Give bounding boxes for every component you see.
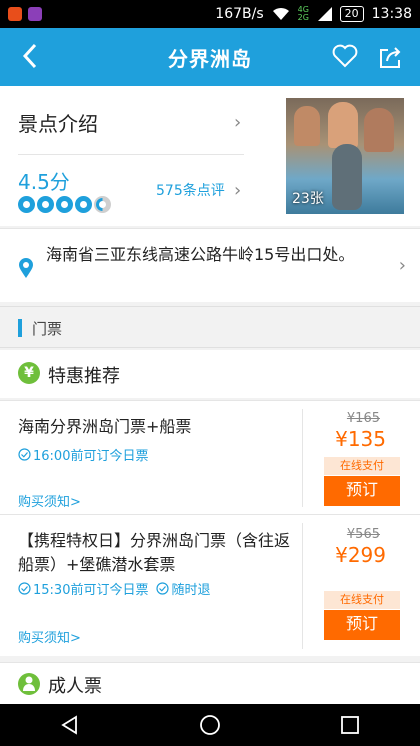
tag-text: 随时退 (171, 583, 211, 598)
signal-icon (317, 7, 332, 21)
rating-dots (18, 196, 111, 213)
person-glyph-icon (23, 676, 35, 691)
ticket-name: 【携程特权日】分界洲岛门票（含往返船票）+堡礁潜水套票 (18, 531, 291, 574)
rating-dot-icon (56, 196, 73, 213)
book-button[interactable]: 预订 (324, 476, 400, 506)
chevron-right-icon: › (234, 112, 242, 133)
back-arrow-icon[interactable] (22, 43, 38, 69)
attraction-summary: 景点介绍 › 4.5分 575条点评 › 23张 (0, 86, 420, 226)
online-payment-badge: 在线支付 (324, 591, 400, 609)
category-special-offers[interactable]: ¥ 特惠推荐 (0, 350, 420, 398)
reviews-link[interactable]: 575条点评 (156, 180, 225, 200)
divider (302, 409, 303, 507)
divider (302, 523, 303, 649)
ticket-tags: 16:00前可订今日票 (18, 445, 148, 464)
system-nav-bar (0, 704, 420, 746)
location-pin-icon (19, 258, 33, 278)
home-circle-icon[interactable] (199, 714, 221, 736)
original-price: ¥165 (346, 411, 380, 426)
online-payment-badge: 在线支付 (324, 457, 400, 475)
current-price: ¥299 (335, 543, 386, 567)
check-circle-icon (156, 582, 170, 595)
person-icon (18, 673, 40, 695)
network-speed: 167B/s (215, 6, 264, 22)
weibo-app-icon (8, 7, 22, 21)
yen-icon: ¥ (18, 362, 40, 384)
share-icon[interactable] (378, 44, 404, 70)
booking-time-tag: 16:00前可订今日票 (18, 445, 148, 464)
purchase-notice-link[interactable]: 购买须知> (18, 491, 81, 510)
recent-apps-square-icon[interactable] (340, 715, 360, 735)
clock: 13:38 (371, 6, 412, 22)
wifi-icon (272, 7, 289, 20)
category-label: 特惠推荐 (48, 366, 120, 387)
address-row[interactable]: 海南省三亚东线高速公路牛岭15号出口处。 › (0, 228, 420, 302)
check-circle-icon (18, 582, 31, 595)
photo-count: 23张 (292, 191, 324, 207)
favorite-heart-icon[interactable] (332, 44, 358, 68)
section-header: 门票 (0, 306, 420, 348)
refund-tag: 随时退 (156, 579, 210, 598)
rating-dot-icon (75, 196, 92, 213)
section-title: 门票 (32, 320, 63, 338)
notice-label: 购买须知 (18, 495, 71, 510)
rating-dot-icon (18, 196, 35, 213)
battery-level: 20 (339, 6, 364, 22)
category-adult-tickets[interactable]: 成人票 (0, 662, 420, 704)
rating-score: 4.5分 (18, 170, 70, 194)
tag-text: 15:30前可订今日票 (33, 583, 149, 598)
chevron-right-icon: › (234, 180, 242, 201)
back-triangle-icon[interactable] (60, 715, 80, 735)
nav-bar: 分界洲岛 (0, 28, 420, 86)
check-circle-icon (18, 448, 31, 461)
address-text: 海南省三亚东线高速公路牛岭15号出口处。 (46, 245, 355, 264)
tag-text: 16:00前可订今日票 (33, 449, 149, 464)
network-type: 4G 2G (297, 5, 309, 22)
section-accent-bar (18, 319, 22, 337)
ticket-item[interactable]: 【携程特权日】分界洲岛门票（含往返船票）+堡礁潜水套票 15:30前可订今日票 … (0, 514, 420, 656)
chevron-right-icon: › (398, 255, 406, 276)
purchase-notice-link[interactable]: 购买须知> (18, 627, 81, 646)
gallery-app-icon (28, 7, 42, 21)
intro-link[interactable]: 景点介绍 (18, 108, 98, 137)
page-title: 分界洲岛 (168, 46, 252, 71)
attraction-photo[interactable]: 23张 (286, 98, 404, 214)
rating-half-dot-icon (94, 196, 111, 213)
ticket-tags: 15:30前可订今日票 随时退 (18, 579, 210, 598)
notice-label: 购买须知 (18, 631, 71, 646)
booking-time-tag: 15:30前可订今日票 (18, 579, 148, 598)
divider (18, 154, 244, 155)
ticket-item[interactable]: 海南分界洲岛门票+船票 16:00前可订今日票 购买须知> ¥165 ¥135 … (0, 400, 420, 514)
ticket-name: 海南分界洲岛门票+船票 (18, 417, 192, 436)
status-bar: 167B/s 4G 2G 20 13:38 (0, 0, 420, 28)
category-label: 成人票 (48, 676, 102, 697)
rating-dot-icon (37, 196, 54, 213)
current-price: ¥135 (335, 427, 386, 451)
original-price: ¥565 (346, 527, 380, 542)
book-button[interactable]: 预订 (324, 610, 400, 640)
